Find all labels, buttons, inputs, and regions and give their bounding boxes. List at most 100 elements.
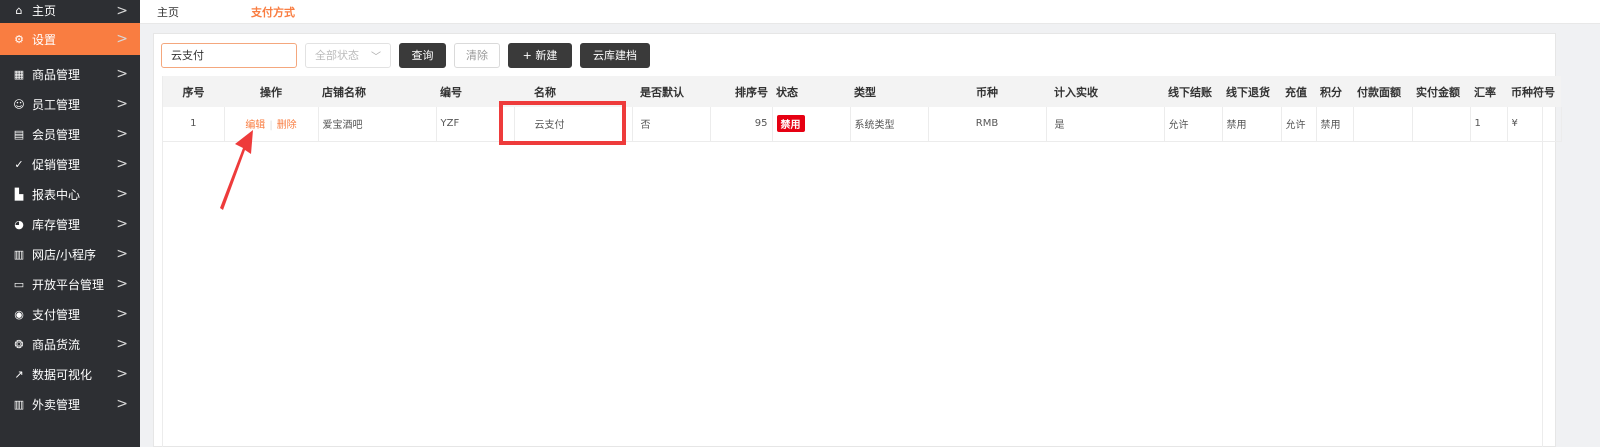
chevron-right-icon: > [116, 96, 128, 112]
home-icon: ⌂ [15, 4, 23, 17]
chevron-down-icon: ﹀ [371, 51, 381, 63]
cell-paid-amount [1412, 107, 1471, 142]
column-header: 线下结账 [1164, 76, 1222, 107]
sidebar-item-label: 设置 [32, 32, 57, 47]
sidebar-item-label: 外卖管理 [32, 397, 81, 412]
takeout-icon: ▥ [13, 397, 25, 411]
sidebar-item-label: 数据可视化 [32, 367, 93, 382]
query-button[interactable]: 查询 [399, 42, 446, 68]
store-icon: ▥ [13, 247, 25, 261]
highlight-box [499, 101, 626, 145]
user-icon: ☺ [13, 97, 25, 111]
action-separator: | [269, 120, 273, 132]
column-header: 充值 [1281, 76, 1316, 107]
chevron-right-icon: > [116, 366, 128, 382]
chevron-right-icon: > [116, 156, 128, 172]
status-select[interactable]: 全部状态 ﹀ [305, 42, 391, 68]
cell-store: 爱宝酒吧 [318, 107, 437, 142]
sidebar-item-7[interactable]: ◕ 库存管理 > [0, 209, 140, 239]
monitor-icon: ▭ [13, 277, 25, 291]
cell-face-value [1353, 107, 1413, 142]
cell-type: 系统类型 [850, 107, 929, 142]
column-header: 是否默认 [632, 76, 710, 107]
sidebar-item-6[interactable]: ▙ 报表中心 > [0, 179, 140, 209]
payment-table-container: 序号 操作 店铺名称 编号 名称 是否默认 排序号 状态 类型 币种 计入实收 线下结账 线下退货 充值积… [162, 76, 1562, 447]
sidebar-item-1[interactable]: ⚙ 设置 > [0, 23, 140, 55]
cell-points: 禁用 [1316, 107, 1354, 142]
sidebar-item-8[interactable]: ▥ 网店/小程序 > [0, 239, 140, 269]
chevron-right-icon: > [116, 186, 128, 202]
column-header: 积分 [1316, 76, 1353, 107]
sidebar-item-label: 网店/小程序 [32, 247, 97, 262]
sidebar-item-label: 会员管理 [32, 127, 81, 142]
breadcrumb: 主页 支付方式 [140, 0, 1600, 24]
clear-button[interactable]: 清除 [454, 42, 500, 68]
cell-offline-return: 禁用 [1222, 107, 1282, 142]
breadcrumb-home[interactable]: 主页 [157, 4, 179, 20]
table-header-row: 序号 操作 店铺名称 编号 名称 是否默认 排序号 状态 类型 币种 计入实收 线下结账 线下退货 充值积… [163, 76, 1561, 107]
chevron-right-icon: > [116, 276, 128, 292]
filter-toolbar: 全部状态 ﹀ 查询 清除 + 新建 云库建档 [161, 42, 650, 68]
check-circle-icon: ✓ [14, 157, 24, 171]
gear-icon: ⚙ [14, 32, 24, 46]
sidebar-item-9[interactable]: ▭ 开放平台管理 > [0, 269, 140, 299]
column-header: 付款面额 [1353, 76, 1412, 107]
chevron-right-icon: > [116, 66, 128, 82]
table-row[interactable]: 1 编辑 | 删除 爱宝酒吧 YZF 云支付 否 95 禁用 系统类型 RMB 是 … [163, 107, 1562, 142]
sidebar-item-2[interactable]: ▦ 商品管理 > [0, 59, 140, 89]
line-chart-icon: ↗ [14, 367, 24, 381]
sidebar-item-label: 报表中心 [32, 187, 81, 202]
new-button[interactable]: + 新建 [508, 42, 572, 68]
chevron-right-icon: > [116, 2, 128, 19]
sidebar-item-5[interactable]: ✓ 促销管理 > [0, 149, 140, 179]
cell-default: 否 [632, 107, 711, 142]
chevron-right-icon: > [116, 31, 128, 47]
column-header: 操作 [224, 76, 318, 107]
column-header: 计入实收 [1046, 76, 1164, 107]
cell-currency-symbol: ¥ [1507, 107, 1562, 142]
sidebar-item-label: 主页 [32, 4, 57, 18]
column-header: 状态 [772, 76, 850, 107]
column-header: 线下退货 [1222, 76, 1281, 107]
column-header: 币种 [928, 76, 1046, 107]
sidebar-item-3[interactable]: ☺ 员工管理 > [0, 89, 140, 119]
sidebar-item-label: 支付管理 [32, 307, 81, 322]
sidebar-item-label: 员工管理 [32, 97, 81, 112]
cell-count-revenue: 是 [1046, 107, 1165, 142]
cell-offline-checkout: 允许 [1164, 107, 1223, 142]
column-header: 实付金额 [1412, 76, 1470, 107]
cell-rate: 1 [1470, 107, 1508, 142]
cell-status: 禁用 [772, 107, 851, 142]
column-header: 店铺名称 [318, 76, 436, 107]
sidebar-item-10[interactable]: ◉ 支付管理 > [0, 299, 140, 329]
delete-link[interactable]: 删除 [277, 120, 297, 131]
annotation-arrow-icon [220, 130, 253, 210]
cloud-archive-button[interactable]: 云库建档 [580, 42, 650, 68]
sidebar-item-label: 商品货流 [32, 337, 81, 352]
sidebar: ⌂ 主页 > ⚙ 设置 > ▦ 商品管理 > ☺ 员工管理 > ▤ 会员管理 > ✓ 促销管理 > ▙ 报表中心 > ◕ 库… [0, 0, 140, 447]
chevron-right-icon: > [116, 216, 128, 232]
cell-sort: 95 [710, 107, 773, 142]
cell-currency: RMB [928, 107, 1047, 142]
chevron-right-icon: > [116, 246, 128, 262]
sidebar-item-13[interactable]: ▥ 外卖管理 > [0, 389, 140, 419]
sidebar-item-12[interactable]: ↗ 数据可视化 > [0, 359, 140, 389]
chevron-right-icon: > [116, 336, 128, 352]
column-header: 类型 [850, 76, 928, 107]
column-header: 序号 [163, 76, 224, 107]
member-card-icon: ▤ [13, 127, 25, 141]
column-header: 汇率 [1470, 76, 1507, 107]
sidebar-item-0[interactable]: ⌂ 主页 > [0, 0, 140, 21]
chevron-right-icon: > [116, 126, 128, 142]
flow-icon: ❂ [14, 337, 24, 351]
breadcrumb-current[interactable]: 支付方式 [251, 4, 295, 20]
status-select-value: 全部状态 [315, 49, 359, 62]
sidebar-item-label: 库存管理 [32, 217, 81, 232]
sidebar-item-11[interactable]: ❂ 商品货流 > [0, 329, 140, 359]
chevron-right-icon: > [116, 306, 128, 322]
bar-chart-icon: ▙ [14, 187, 24, 201]
sidebar-item-label: 开放平台管理 [32, 277, 105, 292]
cell-recharge: 允许 [1281, 107, 1317, 142]
search-input[interactable] [161, 42, 297, 68]
sidebar-item-4[interactable]: ▤ 会员管理 > [0, 119, 140, 149]
